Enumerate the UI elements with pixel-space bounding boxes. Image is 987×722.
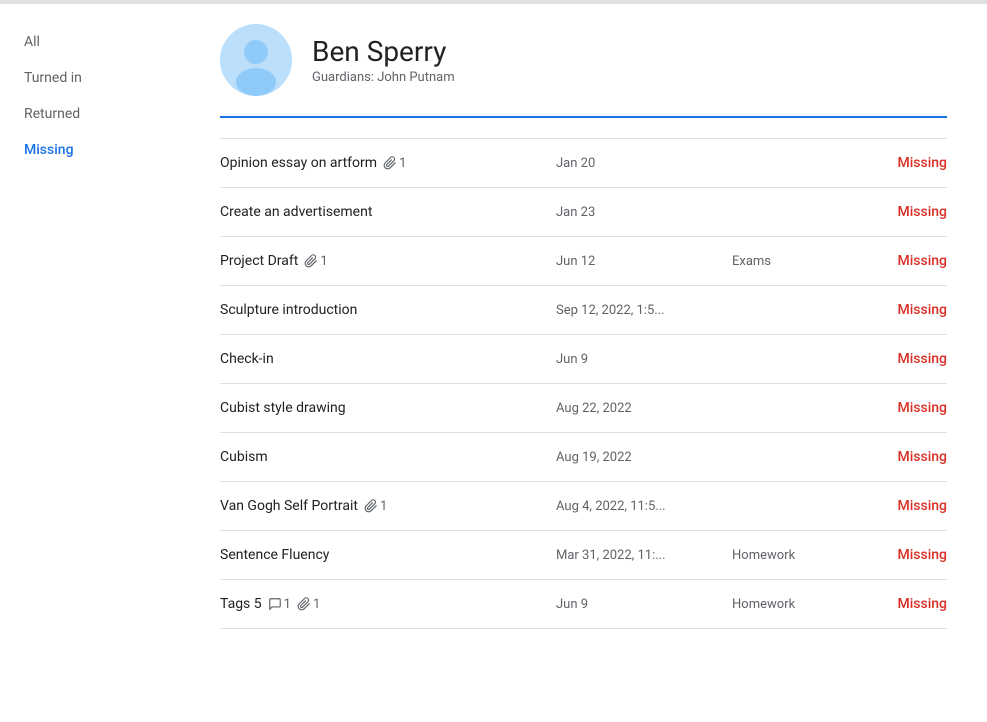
profile-name: Ben Sperry [312, 35, 455, 68]
assignment-row[interactable]: Opinion essay on artform 1 Jan 20 Missing [220, 138, 947, 188]
assignment-row[interactable]: Create an advertisement Jan 23 Missing [220, 188, 947, 237]
assignment-category: Homework [732, 597, 852, 612]
assignment-name: Project Draft 1 [220, 253, 540, 269]
assignment-name: Sculpture introduction [220, 302, 540, 318]
assignment-status: Missing [868, 155, 947, 171]
profile-header: Ben Sperry Guardians: John Putnam [220, 24, 947, 118]
comment-icon: 1 [268, 597, 291, 612]
assignment-name: Check-in [220, 351, 540, 367]
attachment-icon: 1 [304, 254, 327, 269]
attachment-icon: 1 [297, 597, 320, 612]
assignment-date: Jun 12 [556, 254, 716, 269]
assignment-status: Missing [868, 596, 947, 612]
avatar [220, 24, 292, 96]
assignment-name: Create an advertisement [220, 204, 540, 220]
assignment-row[interactable]: Sculpture introduction Sep 12, 2022, 1:5.… [220, 286, 947, 335]
assignment-category: Exams [732, 254, 852, 269]
assignment-name: Cubism [220, 449, 540, 465]
assignment-status: Missing [868, 547, 947, 563]
assignment-status: Missing [868, 253, 947, 269]
assignment-date: Aug 4, 2022, 11:5... [556, 499, 716, 514]
assignment-status: Missing [868, 204, 947, 220]
assignment-row[interactable]: Tags 5 1 1 Jun 9 Homework Missing [220, 580, 947, 629]
assignment-status: Missing [868, 449, 947, 465]
assignment-status: Missing [868, 351, 947, 367]
assignment-date: Aug 19, 2022 [556, 450, 716, 465]
assignment-name: Opinion essay on artform 1 [220, 155, 540, 171]
sidebar-item-missing[interactable]: Missing [0, 132, 168, 168]
assignment-row[interactable]: Cubism Aug 19, 2022 Missing [220, 433, 947, 482]
assignment-row[interactable]: Sentence Fluency Mar 31, 2022, 11:... Home… [220, 531, 947, 580]
assignment-name: Cubist style drawing [220, 400, 540, 416]
assignment-row[interactable]: Project Draft 1 Jun 12 Exams Missing [220, 237, 947, 286]
sidebar-item-returned[interactable]: Returned [0, 96, 168, 132]
assignment-name: Tags 5 1 1 [220, 596, 540, 612]
profile-info: Ben Sperry Guardians: John Putnam [312, 35, 455, 85]
assignment-status: Missing [868, 302, 947, 318]
assignment-list: Opinion essay on artform 1Jan 20MissingC… [220, 138, 947, 629]
assignment-status: Missing [868, 498, 947, 514]
assignment-row[interactable]: Cubist style drawing Aug 22, 2022 Missing [220, 384, 947, 433]
sidebar: AllTurned inReturnedMissing [0, 4, 180, 722]
assignment-date: Jun 9 [556, 597, 716, 612]
attachment-icon: 1 [383, 156, 406, 171]
assignment-name: Van Gogh Self Portrait 1 [220, 498, 540, 514]
assignment-date: Jan 20 [556, 156, 716, 171]
sidebar-item-turned-in[interactable]: Turned in [0, 60, 168, 96]
main-content: Ben Sperry Guardians: John Putnam Opinio… [180, 4, 987, 722]
assignment-date: Mar 31, 2022, 11:... [556, 548, 716, 563]
profile-guardian: Guardians: John Putnam [312, 70, 455, 85]
assignment-status: Missing [868, 400, 947, 416]
assignment-date: Jan 23 [556, 205, 716, 220]
assignment-row[interactable]: Van Gogh Self Portrait 1 Aug 4, 2022, 11:… [220, 482, 947, 531]
attachment-icon: 1 [364, 499, 387, 514]
assignment-name: Sentence Fluency [220, 547, 540, 563]
assignment-date: Jun 9 [556, 352, 716, 367]
assignment-date: Sep 12, 2022, 1:5... [556, 303, 716, 318]
assignment-category: Homework [732, 548, 852, 563]
assignment-row[interactable]: Check-in Jun 9 Missing [220, 335, 947, 384]
assignment-date: Aug 22, 2022 [556, 401, 716, 416]
sidebar-item-all[interactable]: All [0, 24, 168, 60]
